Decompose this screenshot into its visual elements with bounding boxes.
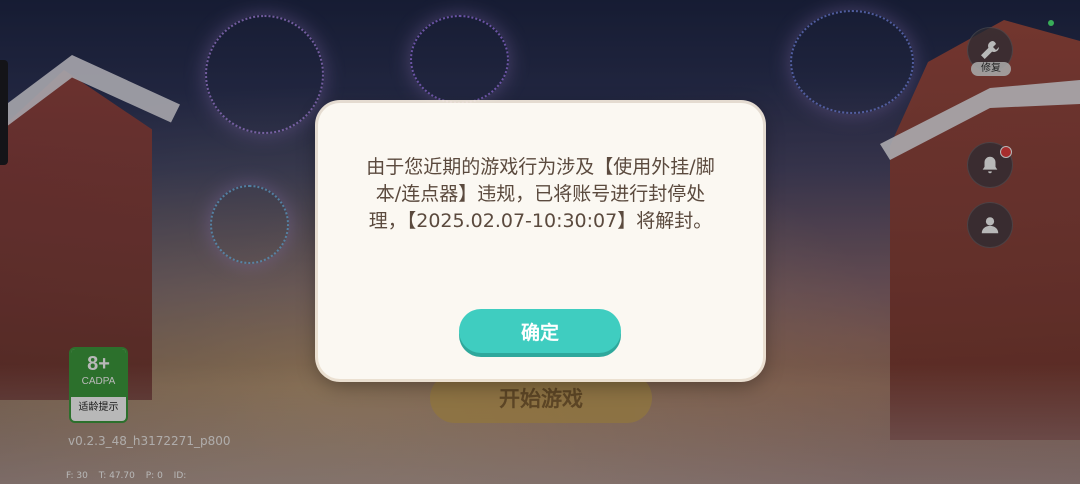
ban-notice-dialog: 由于您近期的游戏行为涉及【使用外挂/脚本/连点器】违规，已将账号进行封停处理，【… [318, 103, 763, 379]
confirm-button[interactable]: 确定 [459, 309, 621, 353]
ban-notice-message: 由于您近期的游戏行为涉及【使用外挂/脚本/连点器】违规，已将账号进行封停处理，【… [366, 156, 715, 232]
